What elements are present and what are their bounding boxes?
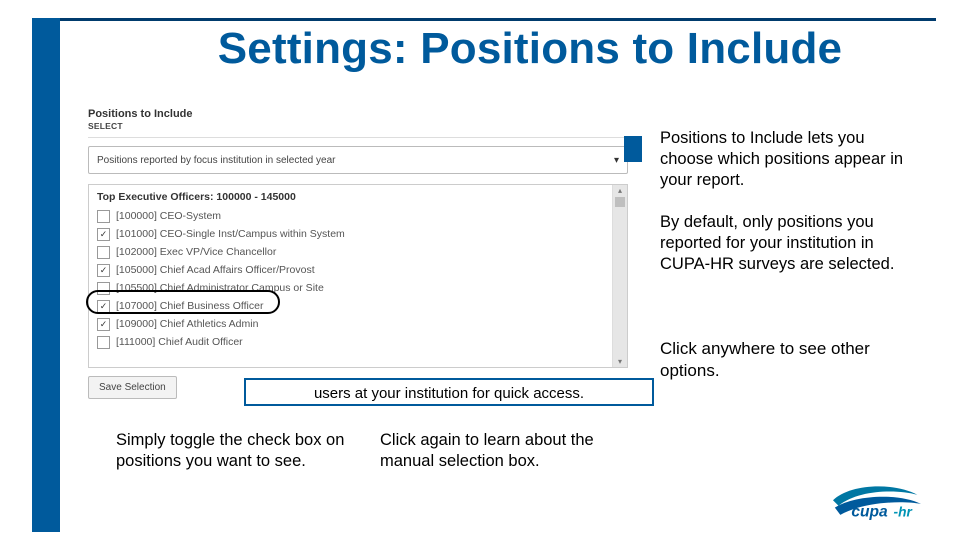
positions-listbox-items: Top Executive Officers: 100000 - 145000 …: [89, 185, 612, 367]
scrollbar[interactable]: ▴ ▾: [612, 185, 627, 367]
cupa-hr-logo: cupa -hr: [822, 480, 932, 526]
list-item[interactable]: [111000] Chief Audit Officer: [97, 333, 604, 351]
positions-panel: Positions to Include SELECT Positions re…: [88, 108, 628, 398]
save-note-text: users at your institution for quick acce…: [314, 385, 584, 402]
list-item[interactable]: [102000] Exec VP/Vice Chancellor: [97, 243, 604, 261]
item-label: [111000] Chief Audit Officer: [116, 336, 243, 348]
item-label: [109000] Chief Athletics Admin: [116, 318, 258, 330]
checkbox-icon[interactable]: [97, 336, 110, 349]
checkbox-icon[interactable]: [97, 264, 110, 277]
item-label: [105000] Chief Acad Affairs Officer/Prov…: [116, 264, 315, 276]
checkbox-icon[interactable]: [97, 300, 110, 313]
positions-dropdown[interactable]: Positions reported by focus institution …: [88, 146, 628, 174]
left-rail: [32, 18, 60, 532]
list-item[interactable]: [107000] Chief Business Officer: [97, 297, 604, 315]
checkbox-icon[interactable]: [97, 210, 110, 223]
caption-right: Click again to learn about the manual se…: [380, 430, 640, 473]
item-label: [100000] CEO-System: [116, 210, 221, 222]
select-label: SELECT: [88, 121, 628, 131]
item-label: [101000] CEO-Single Inst/Campus within S…: [116, 228, 345, 240]
checkbox-icon[interactable]: [97, 318, 110, 331]
checkbox-icon[interactable]: [97, 228, 110, 241]
svg-text:cupa: cupa: [851, 504, 888, 521]
svg-text:-hr: -hr: [894, 505, 913, 520]
item-label: [107000] Chief Business Officer: [116, 300, 263, 312]
list-item[interactable]: [101000] CEO-Single Inst/Campus within S…: [97, 225, 604, 243]
checkbox-icon[interactable]: [97, 246, 110, 259]
dropdown-accent: [624, 136, 642, 162]
positions-listbox: Top Executive Officers: 100000 - 145000 …: [88, 184, 628, 368]
panel-header: Positions to Include: [88, 108, 628, 120]
group-header: Top Executive Officers: 100000 - 145000: [97, 191, 604, 203]
explainer-paragraph: By default, only positions you reported …: [660, 212, 920, 275]
scroll-thumb[interactable]: [615, 197, 625, 207]
scroll-down-icon[interactable]: ▾: [613, 357, 627, 366]
list-item[interactable]: [109000] Chief Athletics Admin: [97, 315, 604, 333]
explainer-paragraph: Positions to Include lets you choose whi…: [660, 128, 920, 191]
list-item[interactable]: [105000] Chief Acad Affairs Officer/Prov…: [97, 261, 604, 279]
scroll-up-icon[interactable]: ▴: [613, 186, 627, 195]
chevron-down-icon: ▾: [614, 155, 619, 166]
dropdown-value: Positions reported by focus institution …: [97, 155, 335, 166]
checkbox-icon[interactable]: [97, 282, 110, 295]
list-item[interactable]: [105500] Chief Administrator Campus or S…: [97, 279, 604, 297]
panel-divider: [88, 137, 628, 138]
item-label: [102000] Exec VP/Vice Chancellor: [116, 246, 276, 258]
page-title: Settings: Positions to Include: [160, 24, 900, 74]
save-selection-button[interactable]: Save Selection: [88, 376, 177, 399]
save-note-box: users at your institution for quick acce…: [244, 378, 654, 406]
item-label: [105500] Chief Administrator Campus or S…: [116, 282, 324, 294]
top-rule: [32, 18, 936, 21]
click-hint: Click anywhere to see other options.: [660, 338, 920, 382]
caption-left: Simply toggle the check box on positions…: [116, 430, 366, 473]
list-item[interactable]: [100000] CEO-System: [97, 207, 604, 225]
